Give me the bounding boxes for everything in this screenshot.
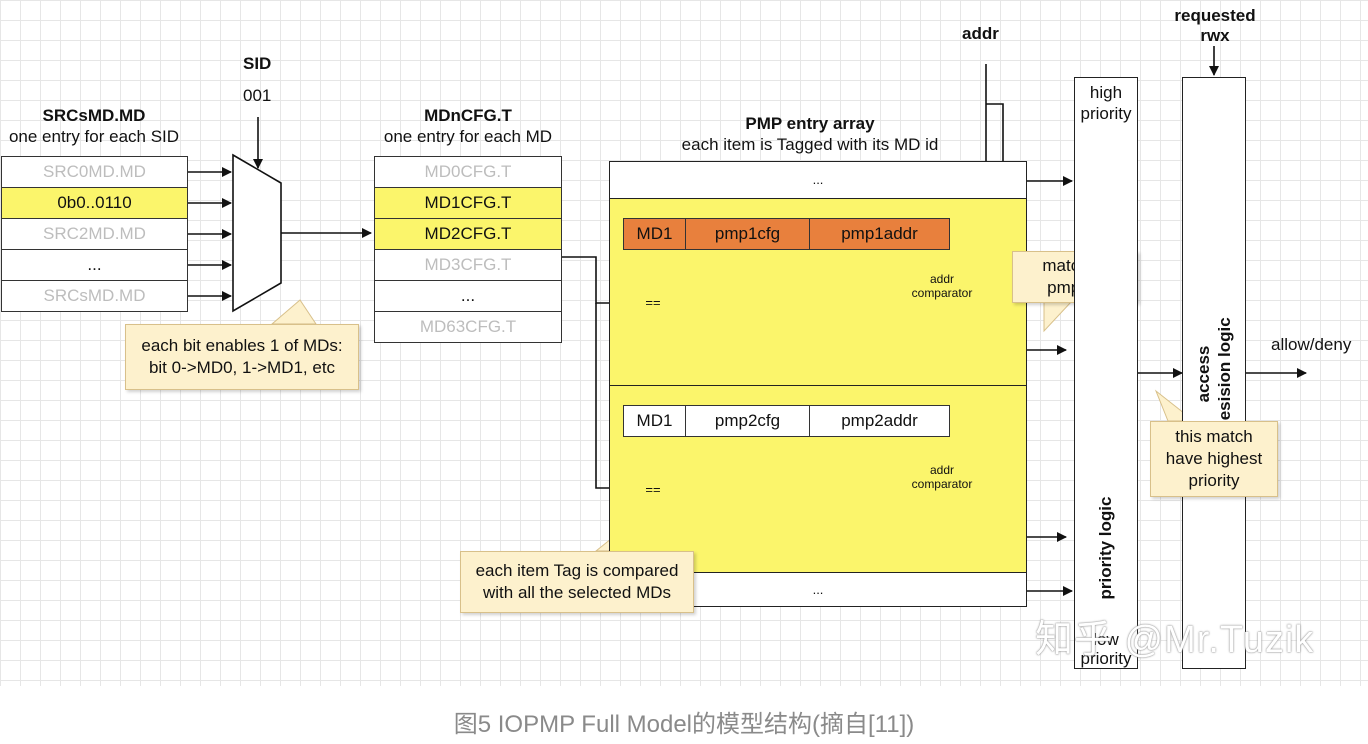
addr-title: addr [962, 24, 999, 43]
comparator-line: comparator [911, 477, 973, 491]
entry-1-md: MD1 [623, 218, 686, 250]
pmp-array-title: PMP entry array [745, 114, 875, 133]
mdncfg-row: MD3CFG.T [374, 249, 562, 281]
mdncfg-row-selected: MD2CFG.T [374, 218, 562, 250]
srcsmd-title: SRCsMD.MD [42, 106, 146, 125]
mux-shape [232, 153, 282, 313]
note-line: each bit enables 1 of MDs: [141, 336, 343, 355]
entry-1-cfg: pmp1cfg [685, 218, 810, 250]
mdncfg-subtitle: one entry for each MD [383, 127, 553, 146]
highest-priority-note: this match have highest priority [1150, 421, 1278, 497]
priority-high-label: high [1089, 83, 1123, 102]
eq-label-1: == [645, 295, 661, 310]
sid-title: SID [243, 54, 272, 73]
note-line: with all the selected MDs [482, 583, 672, 602]
srcsmd-row-selected: 0b0..0110 [1, 187, 188, 219]
diagram-canvas: SID 001 SRCsMD.MD one entry for each SID… [0, 0, 1368, 686]
rwx-label: rwx [1200, 26, 1230, 45]
comparator-label-1: addr comparator [896, 272, 988, 300]
comparator-line: comparator [911, 286, 973, 300]
eq-label-2: == [645, 482, 661, 497]
comparator-line: addr [929, 463, 955, 477]
srcsmd-row: SRCsMD.MD [1, 280, 188, 312]
pmp-array-subtitle: each item is Tagged with its MD id [681, 135, 939, 154]
note-line: bit 0->MD0, 1->MD1, etc [148, 358, 336, 377]
note-line: have highest [1165, 449, 1263, 468]
entry-2-addr: pmp2addr [809, 405, 950, 437]
mdncfg-title: MDnCFG.T [424, 106, 512, 125]
entry-2-md: MD1 [623, 405, 686, 437]
note-line: priority [1188, 471, 1240, 490]
mdncfg-row: MD63CFG.T [374, 311, 562, 343]
pmp-top-ellipsis: ... [812, 172, 824, 187]
srcsmd-row: SRC0MD.MD [1, 156, 188, 188]
pmp-top-row: ... [609, 161, 1027, 199]
md-bits-note: each bit enables 1 of MDs: bit 0->MD0, 1… [125, 324, 359, 390]
comparator-line: addr [929, 272, 955, 286]
requested-label: requested [1174, 6, 1256, 25]
note-line: this match [1175, 427, 1253, 446]
sid-value: 001 [243, 86, 272, 105]
watermark: 知乎 @Mr.Tuzik [1035, 619, 1315, 661]
mdncfg-row-ellipsis: ... [374, 280, 562, 312]
tag-compare-note: each item Tag is compared with all the s… [460, 551, 694, 613]
srcsmd-row: SRC2MD.MD [1, 218, 188, 250]
entry-2-cfg: pmp2cfg [685, 405, 810, 437]
srcsmd-subtitle: one entry for each SID [8, 127, 180, 146]
priority-high-sub: priority [1080, 104, 1132, 123]
mdncfg-row: MD0CFG.T [374, 156, 562, 188]
srcsmd-row-ellipsis: ... [1, 249, 188, 281]
access-decision-block: access desision logic [1182, 77, 1246, 669]
priority-logic-label: priority logic [1096, 496, 1115, 600]
mdncfg-row-selected: MD1CFG.T [374, 187, 562, 219]
figure-caption: 图5 IOPMP Full Model的模型结构(摘自[11]) [453, 711, 915, 738]
allow-deny-label: allow/deny [1271, 335, 1352, 354]
entry-1-addr: pmp1addr [809, 218, 950, 250]
note-line: each item Tag is compared [475, 561, 679, 580]
comparator-label-2: addr comparator [896, 463, 988, 491]
priority-logic-block: high priority low priority priority logi… [1074, 77, 1138, 669]
